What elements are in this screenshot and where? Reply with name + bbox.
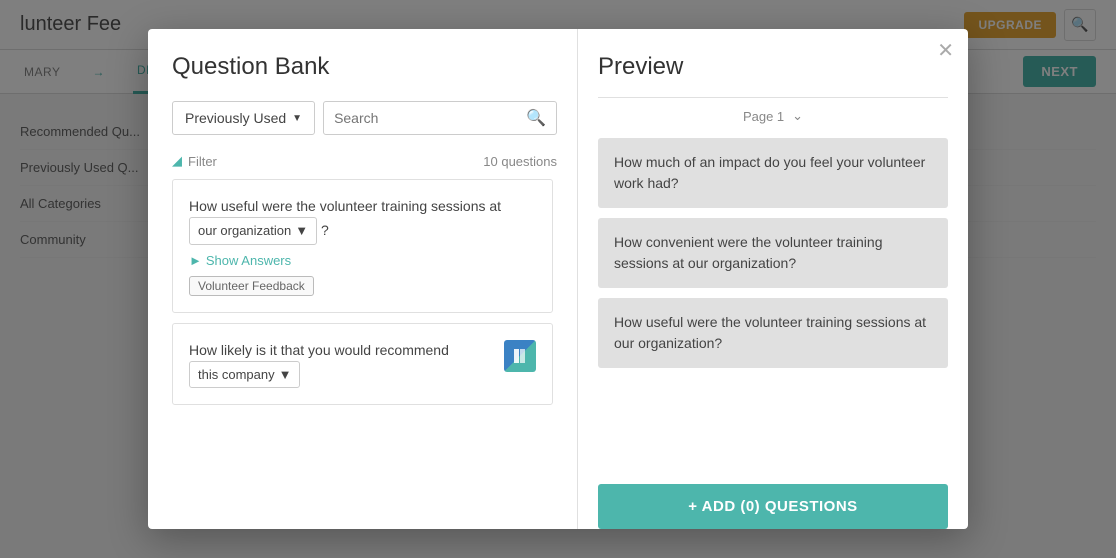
preview-question-2: How convenient were the volunteer traini… bbox=[598, 218, 948, 288]
preview-q3-text: How useful were the volunteer training s… bbox=[614, 314, 926, 351]
search-icon: 🔍 bbox=[526, 108, 546, 128]
filter-icon: ◢ bbox=[172, 153, 182, 169]
question-card-1: How useful were the volunteer training s… bbox=[172, 179, 553, 313]
q1-inline-text: our organization bbox=[198, 221, 291, 241]
search-input-wrap: 🔍 bbox=[323, 101, 557, 135]
search-input[interactable] bbox=[334, 110, 520, 126]
question-card-2: How likely is it that you would recommen… bbox=[172, 323, 553, 406]
question-count: 10 questions bbox=[483, 154, 557, 169]
q2-inline-chevron-icon: ▼ bbox=[279, 365, 292, 385]
preview-questions-list: How much of an impact do you feel your v… bbox=[598, 138, 948, 472]
q1-inline-chevron-icon: ▼ bbox=[295, 221, 308, 241]
search-bar: Previously Used ▼ 🔍 bbox=[172, 101, 557, 135]
page-label: Page 1 bbox=[743, 109, 784, 124]
filter-row: ◢ Filter 10 questions bbox=[172, 147, 557, 179]
preview-question-3: How useful were the volunteer training s… bbox=[598, 298, 948, 368]
question-text-1: How useful were the volunteer training s… bbox=[189, 196, 536, 245]
bookmark-icon[interactable] bbox=[504, 340, 536, 372]
previously-used-dropdown[interactable]: Previously Used ▼ bbox=[172, 101, 315, 135]
q2-inline-text: this company bbox=[198, 365, 275, 385]
filter-label[interactable]: Filter bbox=[188, 154, 217, 169]
questions-list: How useful were the volunteer training s… bbox=[172, 179, 557, 529]
filter-left: ◢ Filter bbox=[172, 153, 217, 169]
dropdown-chevron-icon: ▼ bbox=[292, 113, 302, 124]
page-selector: Page 1 ⌄ bbox=[598, 97, 948, 124]
show-answers-label: Show Answers bbox=[206, 253, 291, 268]
dropdown-label: Previously Used bbox=[185, 110, 286, 126]
preview-title: Preview bbox=[598, 53, 948, 81]
preview-q1-text: How much of an impact do you feel your v… bbox=[614, 154, 925, 191]
q2-text: How likely is it that you would recommen… bbox=[189, 340, 494, 389]
triangle-icon: ► bbox=[189, 253, 202, 268]
q2-company-dropdown[interactable]: this company ▼ bbox=[189, 361, 300, 389]
close-button[interactable]: ✕ bbox=[937, 41, 954, 61]
right-panel: Preview Page 1 ⌄ How much of an impact d… bbox=[578, 29, 968, 529]
add-questions-button[interactable]: + ADD (0) QUESTIONS bbox=[598, 484, 948, 529]
q1-text-before: How useful were the volunteer training s… bbox=[189, 198, 501, 214]
preview-question-1: How much of an impact do you feel your v… bbox=[598, 138, 948, 208]
show-answers-link[interactable]: ► Show Answers bbox=[189, 253, 536, 268]
modal-overlay: ✕ Question Bank Previously Used ▼ 🔍 ◢ F bbox=[0, 0, 1116, 558]
tag-badge: Volunteer Feedback bbox=[189, 276, 314, 296]
preview-q2-text: How convenient were the volunteer traini… bbox=[614, 234, 883, 271]
left-panel-title: Question Bank bbox=[172, 53, 557, 81]
question-bank-modal: ✕ Question Bank Previously Used ▼ 🔍 ◢ F bbox=[148, 29, 968, 529]
q2-text-before: How likely is it that you would recommen… bbox=[189, 342, 449, 358]
q1-org-dropdown[interactable]: our organization ▼ bbox=[189, 217, 317, 245]
left-panel: Question Bank Previously Used ▼ 🔍 ◢ Filt… bbox=[148, 29, 578, 529]
q1-text-after: ? bbox=[321, 222, 329, 238]
page-chevron-down-icon[interactable]: ⌄ bbox=[792, 108, 803, 124]
